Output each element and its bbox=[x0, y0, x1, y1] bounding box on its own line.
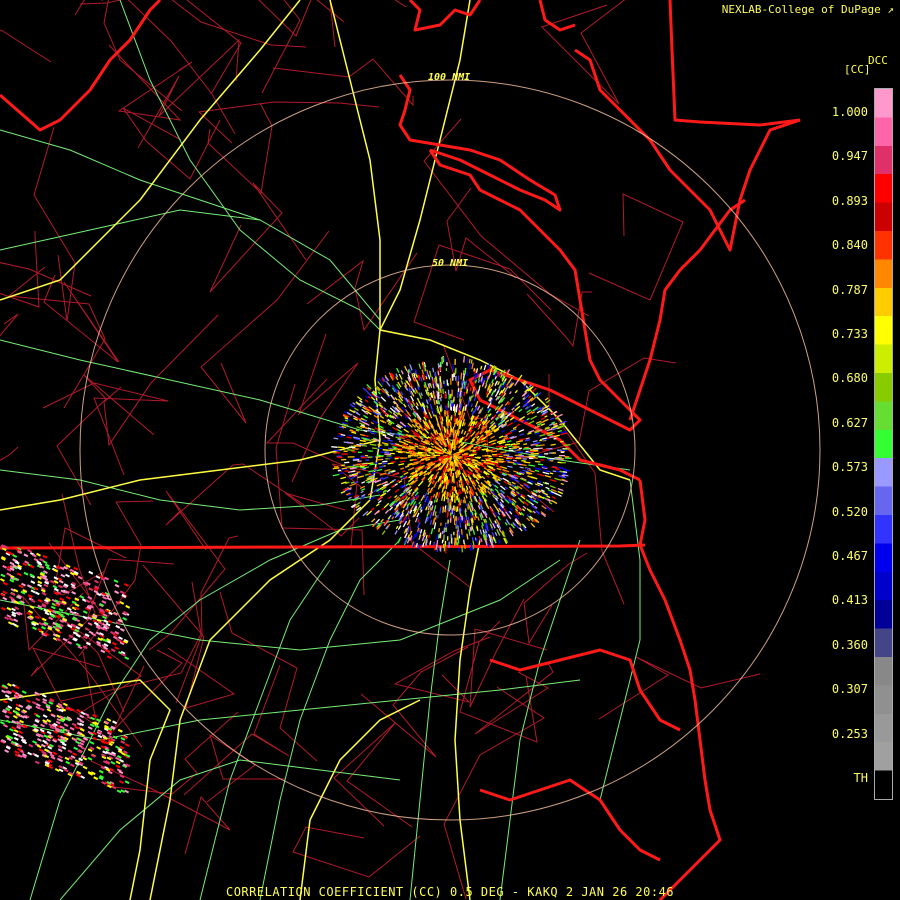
colorbar-tick: 0.627 bbox=[831, 415, 868, 430]
credit-text: NEXLAB-College of DuPage bbox=[721, 3, 881, 16]
colorbar-tick: 0.840 bbox=[831, 238, 868, 253]
range-ring-label-100: 100 NMI bbox=[428, 72, 471, 83]
colorbar-tick: 0.413 bbox=[831, 593, 868, 608]
colorbar-tick: TH bbox=[853, 771, 868, 785]
colorbar-tick: 0.947 bbox=[831, 149, 868, 164]
colorbar-tick: 0.893 bbox=[831, 193, 868, 208]
colorbar-tick: 0.520 bbox=[831, 504, 868, 519]
external-link-icon: ↗ bbox=[887, 3, 894, 16]
colorbar-code: DCC bbox=[868, 54, 888, 67]
colorbar-tick: 1.000 bbox=[831, 105, 868, 119]
radar-map bbox=[0, 0, 821, 900]
colorbar-tick: 0.253 bbox=[831, 726, 868, 741]
precip-band-west bbox=[0, 544, 131, 794]
colorbar-tick: 0.573 bbox=[831, 460, 868, 475]
colorbar-tick: 0.307 bbox=[831, 682, 868, 697]
colorbar-tick: 0.733 bbox=[831, 327, 868, 341]
credit-label[interactable]: NEXLAB-College of DuPage ↗ bbox=[722, 3, 894, 16]
colorbar bbox=[874, 88, 893, 800]
colorbar-tick: 0.360 bbox=[831, 637, 868, 652]
product-footer: CORRELATION COEFFICIENT (CC) 0.5 DEG - K… bbox=[225, 885, 675, 899]
colorbar-tick: 0.467 bbox=[831, 549, 868, 563]
colorbar-unit: [CC] bbox=[844, 63, 871, 76]
colorbar-tick: 0.787 bbox=[831, 282, 868, 297]
colorbar-tick: 0.680 bbox=[831, 371, 868, 386]
range-ring-label-50: 50 NMI bbox=[432, 258, 469, 269]
